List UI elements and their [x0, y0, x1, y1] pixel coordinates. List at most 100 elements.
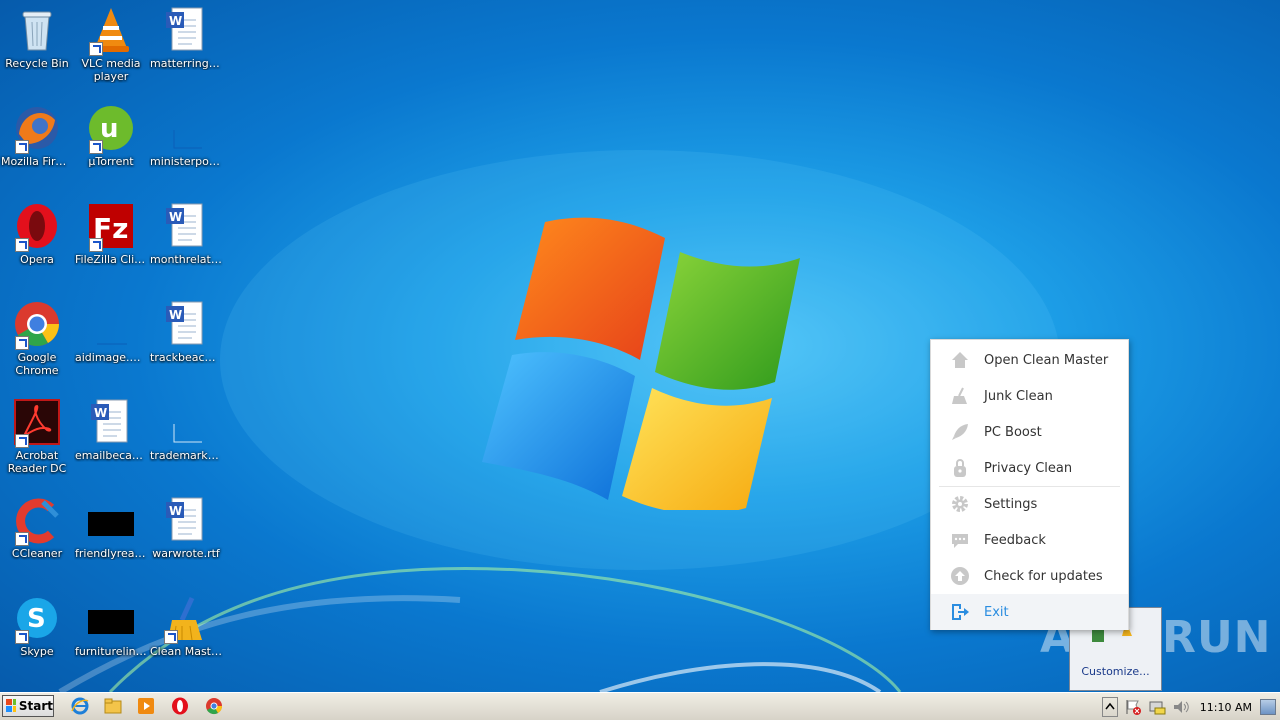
- svg-text:W: W: [169, 504, 182, 518]
- menu-item-junk-clean[interactable]: Junk Clean: [931, 378, 1128, 414]
- network-icon[interactable]: [1148, 699, 1166, 715]
- menu-item-exit[interactable]: Exit: [931, 594, 1128, 630]
- tray-app-icon: [1092, 628, 1104, 642]
- system-tray: 11:10 AM: [1101, 695, 1280, 719]
- menu-item-label: Open Clean Master: [984, 352, 1109, 368]
- skype-icon: S: [13, 594, 61, 644]
- menu-item-label: Privacy Clean: [984, 460, 1073, 476]
- blank-file-icon: [162, 104, 210, 152]
- windows-flag-icon: [6, 699, 16, 712]
- start-label: Start: [18, 699, 53, 713]
- desktop-icon-monthrelati[interactable]: W monthrelati...: [149, 202, 223, 266]
- word-document-icon: W: [162, 6, 210, 54]
- media-player-icon[interactable]: [137, 697, 155, 715]
- icon-label: warwrote.rtf: [152, 547, 220, 560]
- icon-label: Clean Master: [150, 645, 223, 658]
- home-icon: [952, 352, 968, 368]
- desktop-icon-ccleaner[interactable]: CCleaner: [0, 496, 74, 560]
- internet-explorer-icon[interactable]: [71, 697, 89, 715]
- desktop-icon-firefox[interactable]: Mozilla Firefox: [0, 104, 74, 168]
- desktop-icon-trademarkss[interactable]: trademarkss...: [149, 398, 223, 462]
- icon-label: furnitureline...: [75, 645, 148, 658]
- taskbar: Start 11:10 AM: [0, 692, 1280, 720]
- lock-icon: [954, 459, 966, 477]
- rocket-icon: [952, 424, 968, 440]
- icon-label: monthrelati...: [150, 253, 223, 266]
- black-thumbnail-icon: [87, 496, 135, 544]
- chrome-taskbar-icon[interactable]: [205, 697, 223, 715]
- taskbar-clock[interactable]: 11:10 AM: [1200, 701, 1252, 714]
- icon-label: µTorrent: [88, 155, 134, 168]
- blank-file-icon: [162, 398, 210, 446]
- menu-item-label: Exit: [984, 604, 1009, 620]
- shortcut-arrow-icon: [15, 630, 29, 644]
- icon-label: Acrobat Reader DC: [7, 449, 67, 475]
- icon-label: CCleaner: [11, 547, 63, 560]
- desktop-icon-acrobat[interactable]: Acrobat Reader DC: [0, 398, 74, 475]
- file-explorer-icon[interactable]: [104, 697, 122, 715]
- desktop-icon-matterring[interactable]: W matterring.rtf: [149, 6, 223, 70]
- desktop-icon-opera[interactable]: Opera: [0, 202, 74, 266]
- shortcut-arrow-icon: [15, 238, 29, 252]
- icon-label: ministerpolit...: [150, 155, 223, 168]
- menu-item-privacy-clean[interactable]: Privacy Clean: [931, 450, 1128, 486]
- desktop-icon-filezilla[interactable]: Fz FileZilla Client: [74, 202, 148, 266]
- action-center-flag-icon[interactable]: [1124, 699, 1142, 715]
- desktop-icon-clean-master[interactable]: Clean Master: [149, 594, 223, 658]
- svg-text:S: S: [27, 604, 46, 634]
- show-hidden-icons-button[interactable]: [1101, 697, 1118, 717]
- utorrent-icon: u: [87, 104, 135, 154]
- menu-item-pc-boost[interactable]: PC Boost: [931, 414, 1128, 450]
- menu-item-label: Check for updates: [984, 568, 1103, 584]
- menu-item-check-updates[interactable]: Check for updates: [931, 558, 1128, 594]
- clean-master-context-menu: Open Clean Master Junk Clean PC Boost Pr…: [930, 339, 1129, 630]
- icon-label: FileZilla Client: [75, 253, 148, 266]
- desktop-icon-aidimage[interactable]: aidimage.png: [74, 300, 148, 364]
- shortcut-arrow-icon: [15, 434, 29, 448]
- volume-icon[interactable]: [1172, 699, 1190, 715]
- start-button[interactable]: Start: [2, 695, 54, 717]
- desktop-icon-warwrote[interactable]: W warwrote.rtf: [149, 496, 223, 560]
- menu-item-feedback[interactable]: Feedback: [931, 522, 1128, 558]
- icon-label: Google Chrome: [15, 351, 59, 377]
- black-thumbnail-icon: [87, 594, 135, 642]
- desktop-icon-skype[interactable]: S Skype: [0, 594, 74, 658]
- desktop-icon-trackbeach[interactable]: W trackbeach.rtf: [149, 300, 223, 364]
- desktop-icon-utorrent[interactable]: u µTorrent: [74, 104, 148, 168]
- opera-icon: [13, 202, 61, 252]
- desktop-icon-ministerpolit[interactable]: ministerpolit...: [149, 104, 223, 168]
- image-file-icon: [87, 300, 135, 348]
- filezilla-icon: Fz: [87, 202, 135, 252]
- desktop-icon-friendlyread[interactable]: friendlyread...: [74, 496, 148, 560]
- icon-label: trackbeach.rtf: [150, 351, 223, 364]
- icon-label: VLC media player: [81, 57, 141, 83]
- menu-item-open-clean-master[interactable]: Open Clean Master: [931, 342, 1128, 378]
- svg-text:W: W: [169, 14, 182, 28]
- menu-item-label: Feedback: [984, 532, 1046, 548]
- menu-item-settings[interactable]: Settings: [931, 486, 1128, 522]
- shortcut-arrow-icon: [15, 336, 29, 350]
- word-document-icon: W: [162, 202, 210, 250]
- icon-label: matterring.rtf: [150, 57, 223, 70]
- menu-item-label: PC Boost: [984, 424, 1042, 440]
- exit-icon: [952, 604, 969, 620]
- shortcut-arrow-icon: [164, 630, 178, 644]
- icon-label: Mozilla Firefox: [1, 155, 74, 168]
- shortcut-arrow-icon: [89, 42, 103, 56]
- desktop-icon-vlc[interactable]: VLC media player: [74, 6, 148, 83]
- arrow-up-icon: [951, 567, 969, 585]
- shortcut-arrow-icon: [15, 532, 29, 546]
- show-desktop-button[interactable]: [1260, 699, 1276, 715]
- desktop-icon-furnitureline[interactable]: furnitureline...: [74, 594, 148, 658]
- desktop-icon-recycle-bin[interactable]: Recycle Bin: [0, 6, 74, 70]
- icon-label: trademarkss...: [150, 449, 223, 462]
- ccleaner-icon: [13, 496, 61, 546]
- opera-taskbar-icon[interactable]: [171, 697, 189, 715]
- broom-icon: [952, 387, 967, 404]
- desktop-icon-emailbecau[interactable]: W emailbecau...: [74, 398, 148, 462]
- vlc-icon: [87, 6, 135, 56]
- menu-item-label: Settings: [984, 496, 1038, 512]
- customize-link[interactable]: Customize...: [1070, 665, 1161, 678]
- windows-logo: [482, 217, 800, 510]
- desktop-icon-chrome[interactable]: Google Chrome: [0, 300, 74, 377]
